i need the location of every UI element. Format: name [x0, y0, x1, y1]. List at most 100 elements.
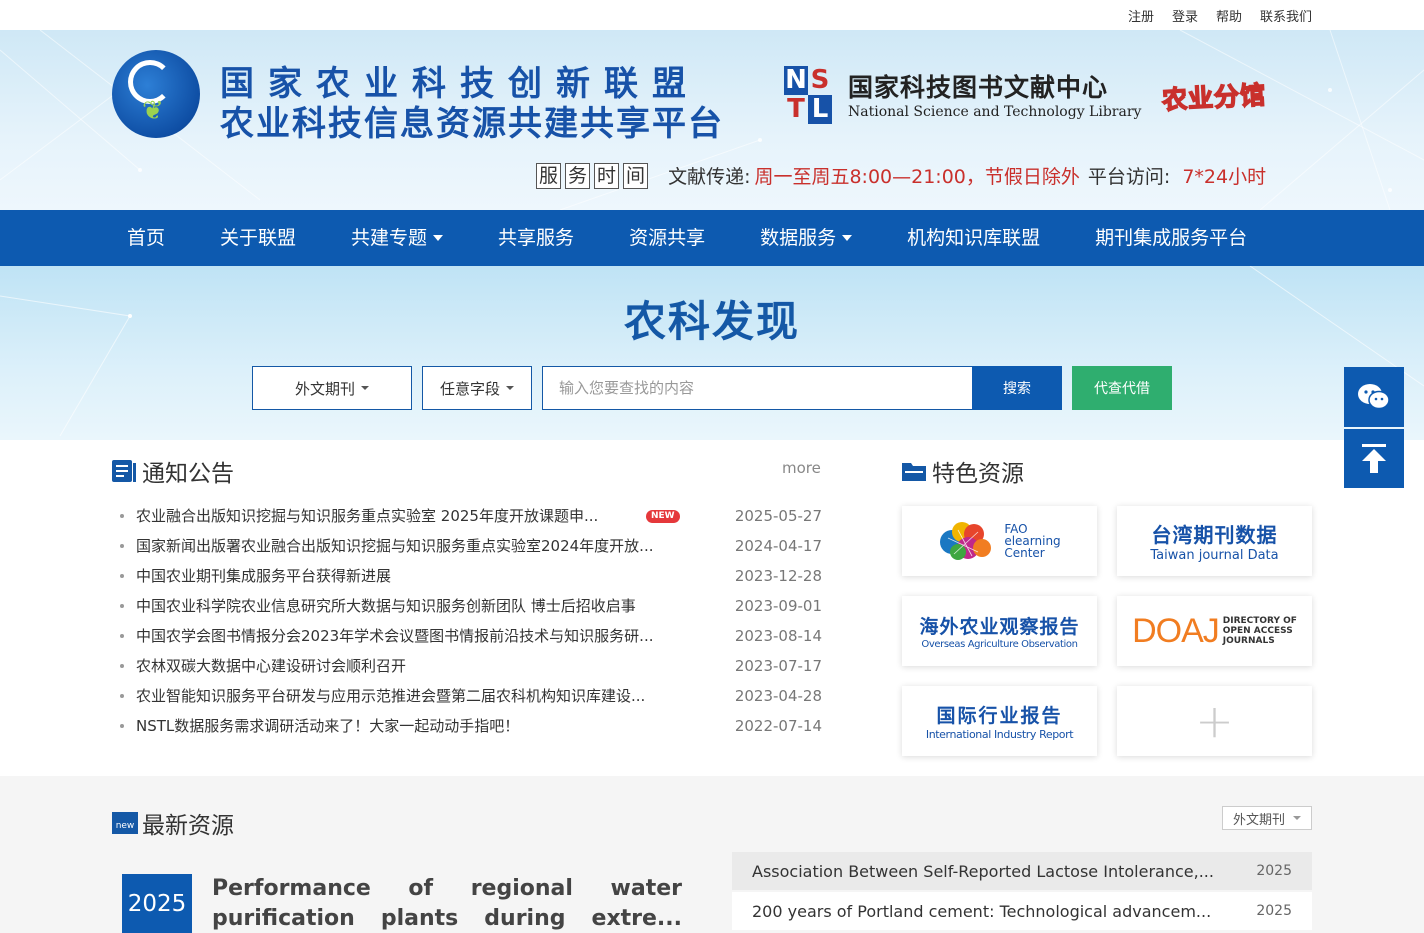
- nstl-name-en: National Science and Technology Library: [848, 104, 1142, 120]
- contact-link[interactable]: 联系我们: [1260, 6, 1312, 25]
- fao-globe-icon: [940, 522, 992, 560]
- search-area: 农科发现 外文期刊 任意字段 搜索 代查代借: [0, 266, 1424, 440]
- notice-item[interactable]: 中国农业期刊集成服务平台获得新进展 2023-12-28: [120, 561, 822, 591]
- latest-item-title: 200 years of Portland cement: Technologi…: [752, 901, 1212, 921]
- industry-report-card[interactable]: 国际行业报告 International Industry Report: [902, 686, 1097, 756]
- top-bar: 注册 登录 帮助 联系我们: [0, 0, 1424, 30]
- notice-item-date: 2023-04-28: [734, 687, 822, 705]
- access-label: 平台访问:: [1087, 166, 1171, 188]
- folder-icon: [902, 463, 926, 481]
- notice-item[interactable]: 中国农学会图书情报分会2023年学术会议暨图书情报前沿技术与知识服务研... 20…: [120, 621, 822, 651]
- taiwan-cn: 台湾期刊数据: [1151, 523, 1278, 547]
- doaj-text: DIRECTORY OF OPEN ACCESS JOURNALS: [1223, 616, 1297, 646]
- notice-item-date: 2023-07-17: [734, 657, 822, 675]
- notice-more-link[interactable]: more: [782, 459, 821, 477]
- alliance-logo[interactable]: ❦: [112, 50, 200, 138]
- doaj-line: OPEN ACCESS: [1222, 626, 1293, 636]
- search-input[interactable]: [542, 366, 973, 410]
- nav-item-label: 共建专题: [351, 227, 428, 249]
- fao-line: Center: [1004, 546, 1045, 560]
- site-subtitle: 农业科技信息资源共建共享平台: [220, 104, 724, 144]
- notice-list: 农业融合出版知识挖掘与知识服务重点实验室 2025年度开放课题申... NEW 20…: [120, 501, 822, 741]
- bullet-icon: [120, 604, 124, 608]
- wechat-button[interactable]: [1344, 367, 1404, 427]
- notice-item-title: 农林双碳大数据中心建设研讨会顺利召开: [136, 657, 407, 675]
- service-char: 间: [623, 162, 649, 189]
- main-nav: 首页 关于联盟 共建专题 共享服务 资源共享 数据服务 机构知识库联盟 期刊集成服务平台: [0, 210, 1424, 266]
- nav-item[interactable]: 数据服务: [760, 210, 853, 266]
- nav-item[interactable]: 首页: [127, 210, 165, 266]
- nav-list: 首页 关于联盟 共建专题 共享服务 资源共享 数据服务 机构知识库联盟 期刊集成服务平台: [127, 210, 1302, 266]
- bullet-icon: [120, 694, 124, 698]
- featured-article-title[interactable]: Performance of regional water purificati…: [212, 874, 682, 933]
- top-links: 注册 登录 帮助 联系我们: [1128, 6, 1312, 25]
- notice-item[interactable]: 中国农业科学院农业信息研究所大数据与知识服务创新团队 博士后招收启事 2023-0…: [120, 591, 822, 621]
- latest-filter-value: 外文期刊: [1232, 812, 1285, 828]
- back-to-top-button[interactable]: [1344, 429, 1404, 488]
- latest-header: new 最新资源: [112, 806, 234, 840]
- taiwan-journal-card[interactable]: 台湾期刊数据 Taiwan journal Data: [1117, 506, 1312, 576]
- latest-item[interactable]: 200 years of Portland cement: Technologi…: [732, 892, 1312, 930]
- nav-item[interactable]: 期刊集成服务平台: [1095, 210, 1247, 266]
- nav-item[interactable]: 共建专题: [351, 210, 444, 266]
- latest-title: 最新资源: [142, 813, 234, 839]
- notice-item-date: 2024-04-17: [734, 537, 822, 555]
- nav-item[interactable]: 关于联盟: [220, 210, 296, 266]
- doaj-card[interactable]: DOAJ DIRECTORY OF OPEN ACCESS JOURNALS: [1117, 596, 1312, 666]
- service-char: 务: [565, 162, 591, 189]
- nstl-logo[interactable]: N S T L: [784, 66, 832, 124]
- notice-item[interactable]: 农业融合出版知识挖掘与知识服务重点实验室 2025年度开放课题申... NEW 20…: [120, 501, 822, 531]
- delivery-label: 文献传递:: [668, 166, 751, 188]
- notice-item-title: 国家新闻出版署农业融合出版知识挖掘与知识服务重点实验室2024年度开放...: [136, 537, 654, 555]
- overseas-en: Overseas Agriculture Observation: [921, 639, 1078, 650]
- caret-down-icon: [842, 235, 853, 241]
- nav-item[interactable]: 共享服务: [498, 210, 574, 266]
- notice-item[interactable]: NSTL数据服务需求调研活动来了！大家一起动动手指吧！ 2022-07-14: [120, 711, 822, 741]
- taiwan-en: Taiwan journal Data: [1150, 548, 1279, 563]
- latest-item-year: 2025: [1256, 863, 1292, 879]
- doaj-line: DIRECTORY OF: [1222, 616, 1297, 626]
- nav-item[interactable]: 机构知识库联盟: [907, 210, 1040, 266]
- notice-item[interactable]: 农林双碳大数据中心建设研讨会顺利召开 2023-07-17: [120, 651, 822, 681]
- login-link[interactable]: 登录: [1172, 6, 1198, 25]
- branch-label: 农业分馆: [1161, 80, 1268, 116]
- bullet-icon: [120, 574, 124, 578]
- help-link[interactable]: 帮助: [1216, 6, 1242, 25]
- nstl-letter-t: T: [787, 94, 805, 124]
- nav-item-label: 资源共享: [629, 227, 706, 249]
- notice-item[interactable]: 农业智能知识服务平台研发与应用示范推进会暨第二届农科机构知识库建设... 2023…: [120, 681, 822, 711]
- notice-item-date: 2023-12-28: [734, 567, 822, 585]
- search-title: 农科发现: [623, 297, 800, 346]
- industry-cn: 国际行业报告: [936, 705, 1063, 727]
- bullet-icon: [120, 664, 124, 668]
- arrow-up-icon: [1362, 443, 1386, 473]
- latest-item[interactable]: Association Between Self-Reported Lactos…: [732, 852, 1312, 890]
- new-badge: NEW: [646, 510, 680, 523]
- field-select[interactable]: 任意字段: [422, 366, 532, 410]
- nstl-letter-n: N: [784, 65, 808, 95]
- nav-item-label: 数据服务: [760, 227, 837, 249]
- chevron-down-icon: [506, 386, 514, 390]
- latest-filter-select[interactable]: 外文期刊: [1222, 806, 1312, 830]
- fao-elearning-card[interactable]: FAO elearning Center: [902, 506, 1097, 576]
- overseas-report-card[interactable]: 海外农业观察报告 Overseas Agriculture Observatio…: [902, 596, 1097, 666]
- nav-item-label: 机构知识库联盟: [907, 227, 1041, 249]
- nav-item[interactable]: 资源共享: [629, 210, 705, 266]
- bullet-icon: [120, 634, 124, 638]
- plus-icon: +: [1195, 694, 1234, 748]
- document-icon: [112, 460, 136, 482]
- notice-item[interactable]: 国家新闻出版署农业融合出版知识挖掘与知识服务重点实验室2024年度开放... 20…: [120, 531, 822, 561]
- more-resources-card[interactable]: +: [1117, 686, 1312, 756]
- doaj-logo: DOAJ: [1132, 611, 1220, 650]
- notice-item-title: 中国农业科学院农业信息研究所大数据与知识服务创新团队 博士后招收启事: [136, 597, 636, 615]
- overseas-cn: 海外农业观察报告: [919, 616, 1080, 638]
- scope-select[interactable]: 外文期刊: [252, 366, 412, 410]
- bullet-icon: [120, 514, 124, 518]
- chevron-down-icon: [361, 386, 369, 390]
- register-link[interactable]: 注册: [1128, 6, 1154, 25]
- proxy-button[interactable]: 代查代借: [1072, 366, 1172, 410]
- search-button[interactable]: 搜索: [972, 366, 1062, 410]
- notice-item-title: NSTL数据服务需求调研活动来了！大家一起动动手指吧！: [136, 717, 520, 735]
- wheat-icon: ❦: [142, 96, 164, 126]
- bullet-icon: [120, 544, 124, 548]
